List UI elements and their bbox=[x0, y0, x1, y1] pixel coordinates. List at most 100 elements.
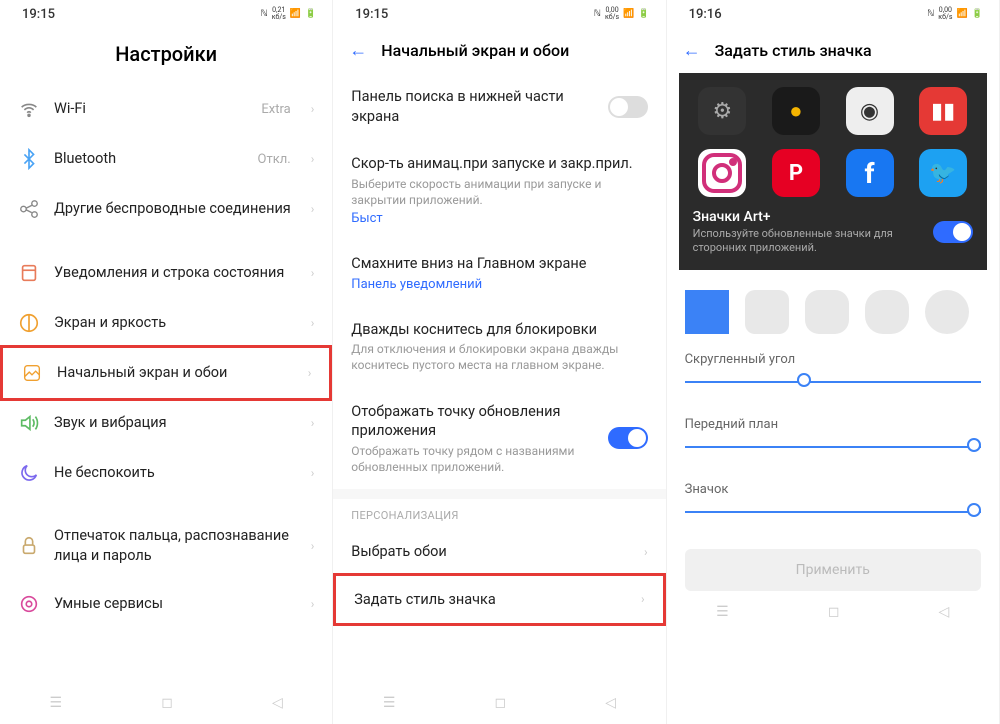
chevron-right-icon: › bbox=[311, 266, 315, 280]
header: ← Начальный экран и обои bbox=[333, 28, 665, 73]
battery-icon: 🔋 bbox=[972, 9, 983, 19]
settings-notifications[interactable]: Уведомления и строка состояния › bbox=[0, 248, 332, 298]
nav-back-icon[interactable]: ◁ bbox=[605, 695, 616, 711]
chevron-right-icon: › bbox=[311, 102, 315, 116]
app-pinterest-icon: P bbox=[772, 149, 820, 197]
app-music-icon: ● bbox=[772, 87, 820, 135]
row-swipe-down[interactable]: Смахните вниз на Главном экране Панель у… bbox=[333, 240, 665, 306]
chevron-right-icon: › bbox=[311, 316, 315, 330]
nav-home-icon[interactable]: ◻ bbox=[495, 695, 507, 711]
signal-icon: 📶 bbox=[290, 9, 301, 19]
chevron-right-icon: › bbox=[311, 202, 315, 216]
art-toggle[interactable] bbox=[933, 221, 973, 243]
nav-home-icon[interactable]: ◻ bbox=[161, 695, 173, 711]
app-settings-icon: ⚙ bbox=[698, 87, 746, 135]
back-button[interactable]: ← bbox=[349, 40, 367, 61]
signal-icon: 📶 bbox=[623, 9, 634, 19]
shape-selector bbox=[667, 270, 999, 346]
battery-icon: 🔋 bbox=[305, 9, 316, 19]
nfc-icon: ℕ bbox=[927, 9, 934, 19]
app-reader-icon: ▮▮ bbox=[919, 87, 967, 135]
nfc-icon: ℕ bbox=[594, 9, 601, 19]
chevron-right-icon: › bbox=[311, 539, 315, 553]
nav-home-icon[interactable]: ◻ bbox=[828, 604, 840, 620]
settings-bluetooth[interactable]: Bluetooth Откл. › bbox=[0, 134, 332, 184]
settings-home-wallpaper[interactable]: Начальный экран и обои › bbox=[0, 345, 332, 401]
battery-icon: 🔋 bbox=[638, 9, 649, 19]
slider-label: Передний план bbox=[685, 417, 981, 432]
shape-rounded-md[interactable] bbox=[805, 290, 849, 334]
status-time: 19:15 bbox=[22, 7, 55, 22]
toggle[interactable] bbox=[608, 96, 648, 118]
signal-icon: 📶 bbox=[956, 9, 967, 19]
slider-foreground[interactable] bbox=[685, 446, 981, 448]
row-animation-speed[interactable]: Скор-ть анимац.при запуске и закр.прил. … bbox=[333, 140, 665, 240]
nav-menu-icon[interactable]: ☰ bbox=[716, 604, 729, 620]
toggle[interactable] bbox=[608, 427, 648, 449]
nav-menu-icon[interactable]: ☰ bbox=[383, 695, 396, 711]
status-bar: 19:16 ℕ 0,00кб/s 📶 🔋 bbox=[667, 0, 999, 28]
page-title: Настройки bbox=[0, 28, 332, 84]
settings-label: Wi-Fi bbox=[54, 99, 247, 119]
row-choose-wallpaper[interactable]: Выбрать обои › bbox=[333, 528, 665, 576]
status-right: ℕ 0,21кб/s 📶 🔋 bbox=[260, 7, 316, 21]
nav-bar: ☰ ◻ ◁ bbox=[667, 591, 999, 633]
row-icon-style[interactable]: Задать стиль значка › bbox=[333, 573, 665, 627]
art-title: Значки Art+ bbox=[693, 209, 923, 225]
back-button[interactable]: ← bbox=[683, 40, 701, 61]
settings-smart[interactable]: Умные сервисы › bbox=[0, 579, 332, 629]
row-search-panel[interactable]: Панель поиска в нижней части экрана bbox=[333, 73, 665, 140]
divider bbox=[333, 489, 665, 499]
phone-settings: 19:15 ℕ 0,21кб/s 📶 🔋 Настройки Wi-Fi Ext… bbox=[0, 0, 333, 724]
sound-icon bbox=[18, 412, 40, 434]
settings-sound[interactable]: Звук и вибрация › bbox=[0, 398, 332, 448]
chevron-right-icon: › bbox=[641, 592, 645, 606]
nav-bar: ☰ ◻ ◁ bbox=[333, 682, 665, 724]
app-instagram-icon bbox=[698, 149, 746, 197]
page-title: Задать стиль значка bbox=[715, 41, 872, 60]
row-update-dot[interactable]: Отображать точку обновления приложения О… bbox=[333, 388, 665, 490]
art-sub: Используйте обновленные значки для сторо… bbox=[693, 227, 923, 256]
shape-rounded-sm[interactable] bbox=[745, 290, 789, 334]
app-twitter-icon: 🐦 bbox=[919, 149, 967, 197]
bluetooth-icon bbox=[18, 148, 40, 170]
page-title: Начальный экран и обои bbox=[381, 41, 569, 60]
link-icon bbox=[18, 198, 40, 220]
row-double-tap-lock[interactable]: Дважды коснитесь для блокировки Для откл… bbox=[333, 306, 665, 388]
nfc-icon: ℕ bbox=[260, 9, 267, 19]
wifi-icon bbox=[18, 98, 40, 120]
chevron-right-icon: › bbox=[311, 416, 315, 430]
app-camera-icon: ◉ bbox=[846, 87, 894, 135]
nav-menu-icon[interactable]: ☰ bbox=[50, 695, 63, 711]
header: ← Задать стиль значка bbox=[667, 28, 999, 73]
phone-icon-style: 19:16 ℕ 0,00кб/s 📶 🔋 ← Задать стиль знач… bbox=[667, 0, 1000, 724]
brightness-icon bbox=[18, 312, 40, 334]
chevron-right-icon: › bbox=[308, 366, 312, 380]
chevron-right-icon: › bbox=[311, 597, 315, 611]
slider-corner[interactable] bbox=[685, 381, 981, 383]
nav-back-icon[interactable]: ◁ bbox=[939, 604, 950, 620]
slider-icon[interactable] bbox=[685, 511, 981, 513]
phone-home-wallpaper: 19:15 ℕ 0,00кб/s 📶 🔋 ← Начальный экран и… bbox=[333, 0, 666, 724]
shape-square[interactable] bbox=[685, 290, 729, 334]
slider-label: Скругленный угол bbox=[685, 352, 981, 367]
preview-panel: ⚙ ● ◉ ▮▮ P f 🐦 Значки Art+ Используйте о… bbox=[679, 73, 987, 270]
app-facebook-icon: f bbox=[846, 149, 894, 197]
settings-security[interactable]: Отпечаток пальца, распознавание лица и п… bbox=[0, 512, 332, 579]
bell-icon bbox=[18, 262, 40, 284]
smart-icon bbox=[18, 593, 40, 615]
chevron-right-icon: › bbox=[311, 152, 315, 166]
moon-icon bbox=[18, 462, 40, 484]
shape-rounded-lg[interactable] bbox=[865, 290, 909, 334]
section-label: ПЕРСОНАЛИЗАЦИЯ bbox=[333, 499, 665, 528]
apply-button[interactable]: Применить bbox=[685, 549, 981, 591]
home-icon bbox=[21, 362, 43, 384]
settings-display[interactable]: Экран и яркость › bbox=[0, 298, 332, 348]
slider-label: Значок bbox=[685, 482, 981, 497]
nav-back-icon[interactable]: ◁ bbox=[272, 695, 283, 711]
settings-wifi[interactable]: Wi-Fi Extra › bbox=[0, 84, 332, 134]
shape-circle[interactable] bbox=[925, 290, 969, 334]
settings-dnd[interactable]: Не беспокоить › bbox=[0, 448, 332, 498]
settings-connections[interactable]: Другие беспроводные соединения › bbox=[0, 184, 332, 234]
chevron-right-icon: › bbox=[644, 545, 648, 559]
